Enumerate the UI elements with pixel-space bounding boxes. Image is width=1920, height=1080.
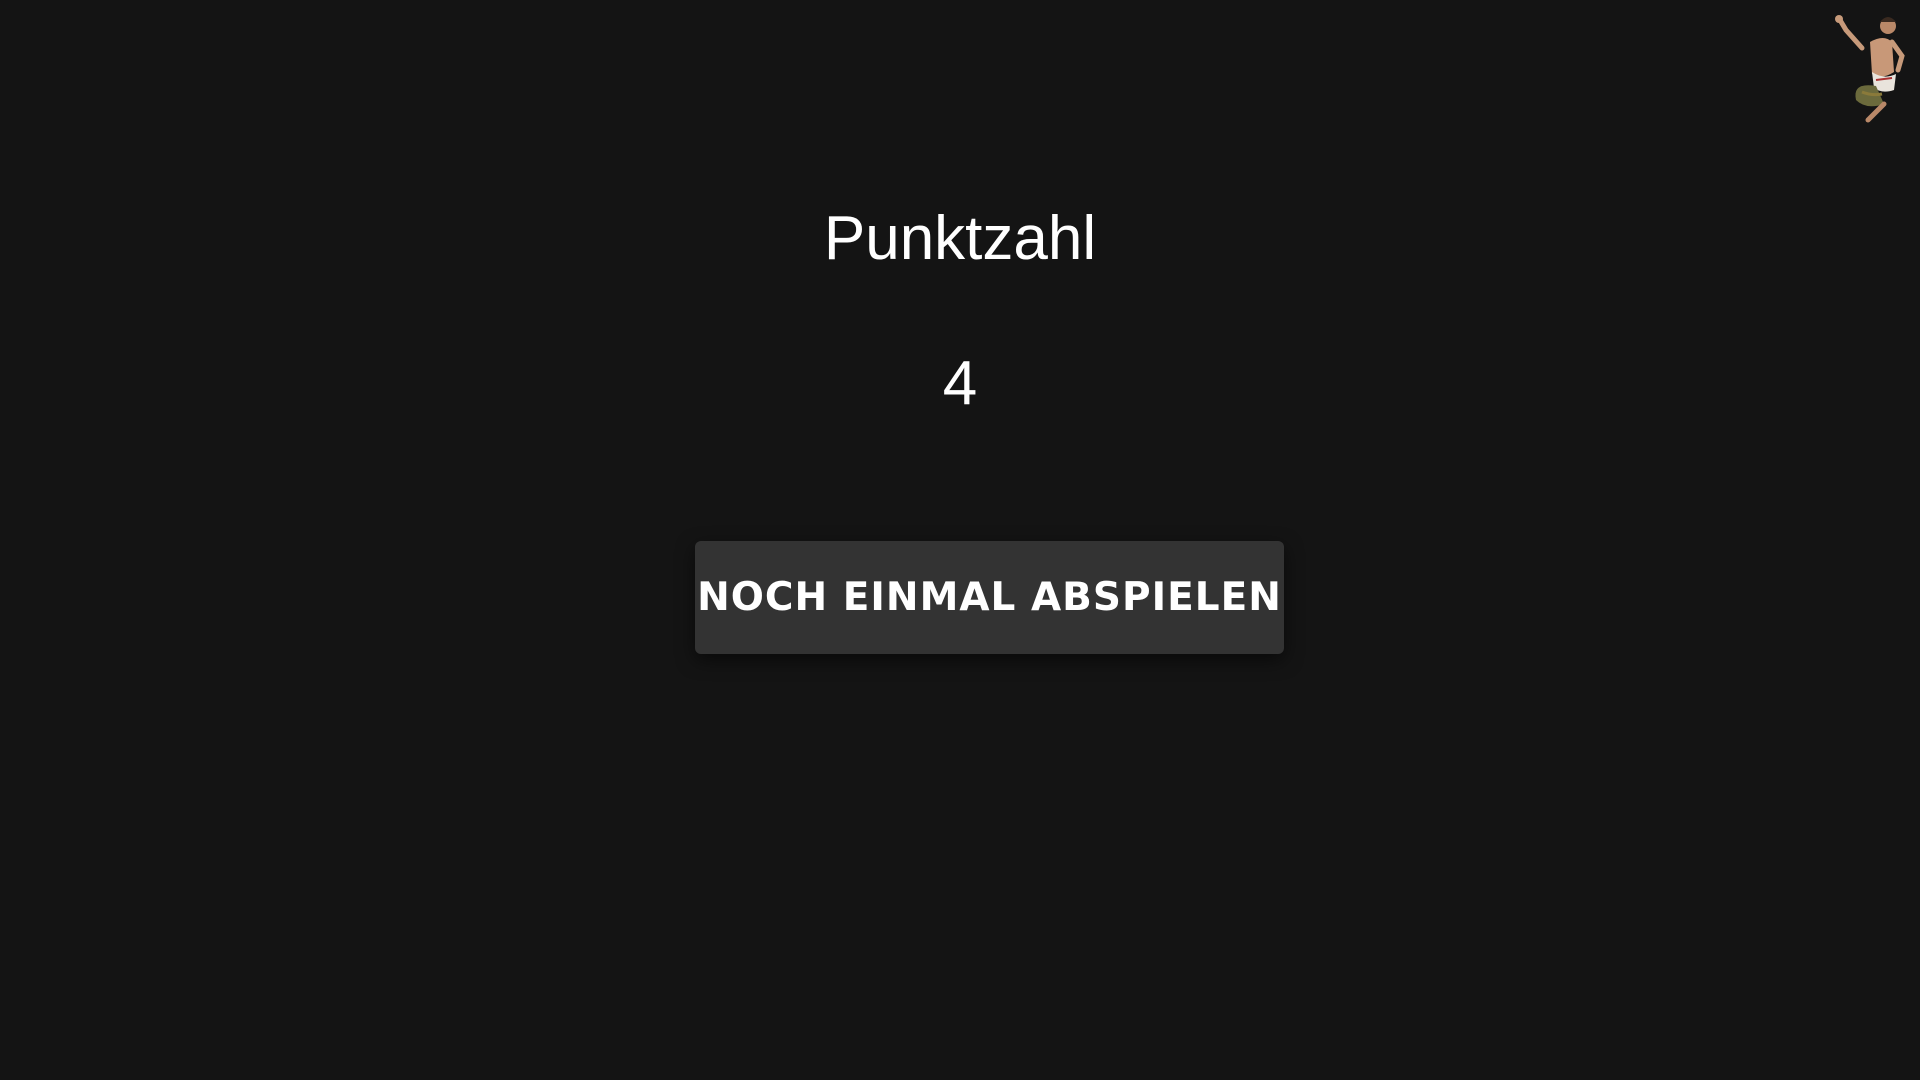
score-value: 4: [942, 349, 978, 418]
game-over-screen: Punktzahl 4 NOCH EINMAL ABSPIELEN: [0, 0, 1920, 1080]
score-label: Punktzahl: [823, 204, 1097, 273]
play-again-button[interactable]: NOCH EINMAL ABSPIELEN: [695, 541, 1284, 654]
play-again-label: NOCH EINMAL ABSPIELEN: [697, 575, 1282, 620]
jumping-man-icon: [1835, 15, 1905, 123]
